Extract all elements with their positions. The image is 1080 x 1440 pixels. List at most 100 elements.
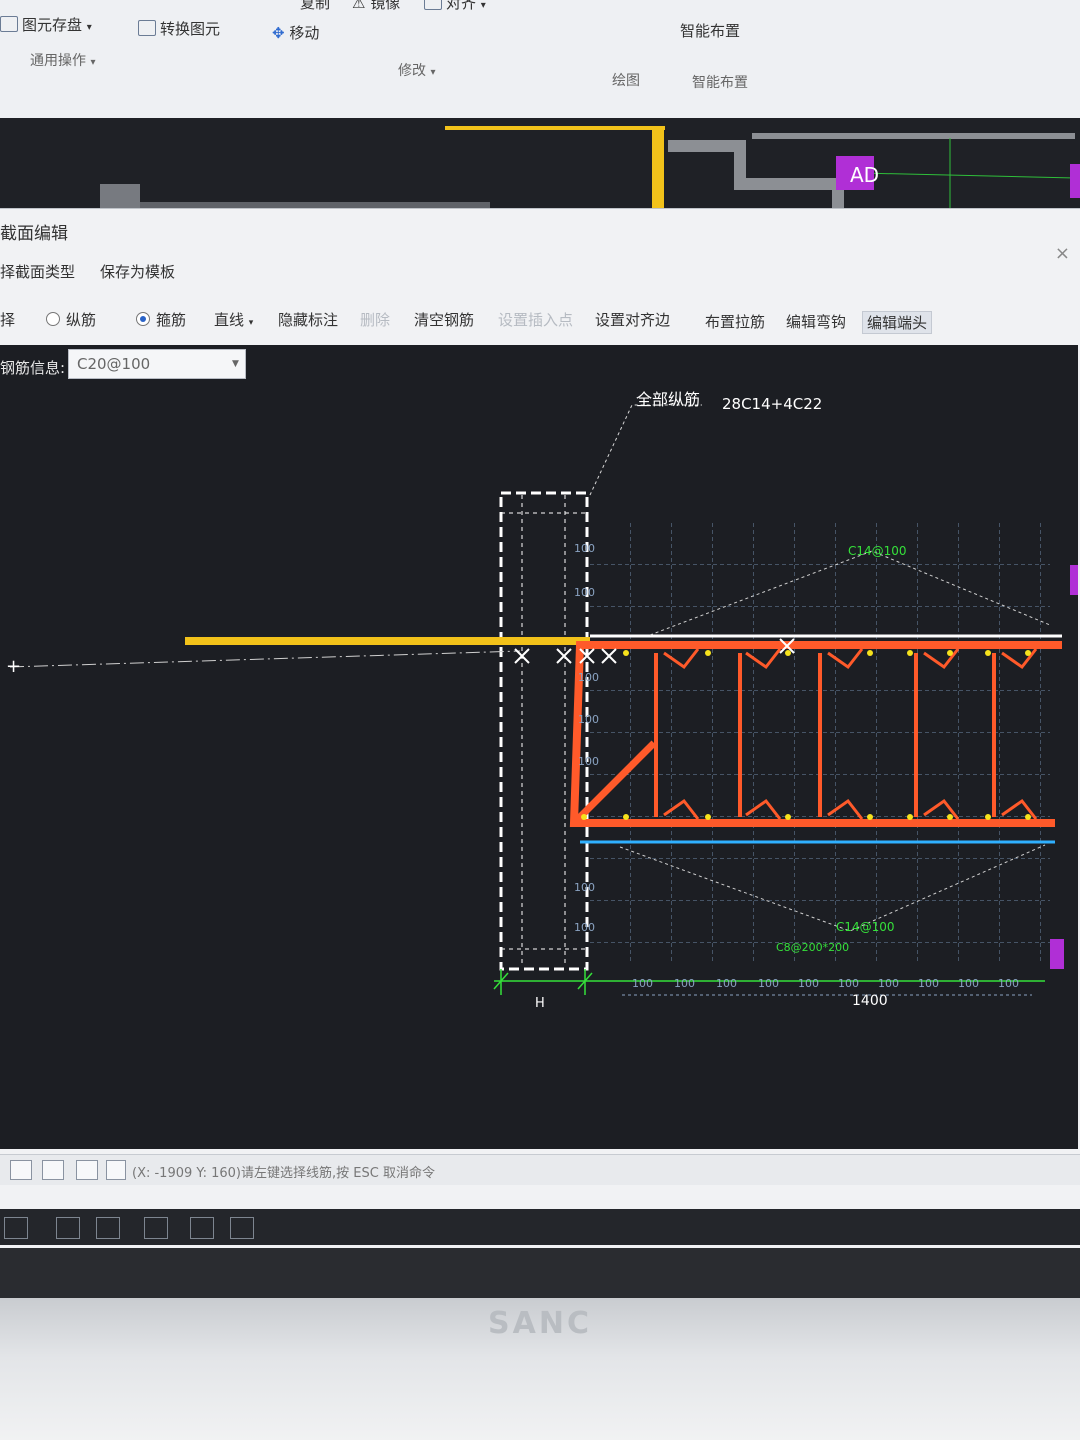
dimension-ticks (493, 969, 593, 995)
section-toolbar: 择 纵筋 箍筋 直线 ▾ 隐藏标注 删除 清空钢筋 设置插入点 设置对齐边 布置… (0, 299, 1080, 339)
width-label: H (535, 996, 545, 1011)
rebar-dot (985, 650, 991, 656)
radio-selected-icon (136, 312, 150, 326)
spacing-label: 100 (918, 977, 939, 990)
bottom-toolbar (0, 1209, 1080, 1245)
rebar-dot (623, 650, 629, 656)
delete-button[interactable]: 删除 (360, 309, 390, 330)
section-drawing: 全部纵筋 28C14+4C22 + C14@100 C14@100 C8@200… (6, 390, 1078, 1011)
bg-green-axis (859, 172, 1076, 179)
axis-tag-right (1050, 939, 1064, 969)
ribbon-toolbar: 图元存盘 ▾ 转换图元 ✥ 移动 复制 ⚠ 镜像 对齐 ▾ 通用操作 ▾ 修改 … (0, 0, 1080, 119)
align-button[interactable]: 对齐 ▾ (424, 0, 486, 13)
all-long-label: 全部纵筋 (636, 390, 700, 409)
bg-wall-outline (668, 140, 844, 216)
status-text: (X: -1909 Y: 160)请左键选择线筋,按 ESC 取消命令 (132, 1166, 435, 1181)
background-cad-drawing: AD (100, 126, 1080, 220)
spacing-label: 100 (958, 977, 979, 990)
spacing-label: 100 (574, 586, 595, 599)
save-element-button[interactable]: 图元存盘 ▾ (0, 14, 92, 35)
align-icon (424, 0, 442, 10)
common-ops-group[interactable]: 通用操作 ▾ (30, 50, 95, 70)
set-insert-point-button[interactable]: 设置插入点 (498, 309, 573, 330)
spacing-label: 100 (578, 671, 599, 684)
mirror-button[interactable]: ⚠ 镜像 (352, 0, 400, 13)
spacing-label: 100 (574, 542, 595, 555)
axis-tag-right (1070, 565, 1078, 595)
all-long-value: 28C14+4C22 (722, 395, 822, 413)
crosshair-icon: + (6, 656, 21, 677)
axis-tag-right (1070, 164, 1080, 198)
copy-button[interactable]: 复制 (300, 0, 330, 13)
spacing-label: 100 (632, 977, 653, 990)
draw-group-label: 绘图 (612, 73, 640, 89)
rebar-dot (867, 814, 873, 820)
rebar-dot (1025, 814, 1031, 820)
longitudinal-radio[interactable]: 纵筋 (46, 309, 96, 330)
rebar-dot (1025, 650, 1031, 656)
bg-yellow-column (652, 128, 664, 220)
spacing-label: 100 (574, 881, 595, 894)
layout-tie-button[interactable]: 布置拉筋 (705, 311, 765, 332)
select-mode-button[interactable] (4, 1217, 28, 1239)
rebar-dot (907, 650, 913, 656)
convert-icon (138, 20, 156, 36)
x-marker (556, 648, 572, 664)
rebar-dot (581, 814, 587, 820)
snap-toggle[interactable] (76, 1160, 98, 1180)
spacing-label: 100 (838, 977, 859, 990)
rebar-dot (907, 814, 913, 820)
clear-rebar-button[interactable]: 清空钢筋 (414, 309, 474, 330)
angle-button[interactable] (96, 1217, 120, 1239)
arc-button[interactable] (230, 1217, 254, 1239)
rebar-dot (985, 814, 991, 820)
section-edit-dialog: 截面编辑 × 择截面类型 保存为模板 择 纵筋 箍筋 直线 ▾ 隐藏标注 删除 … (0, 208, 1080, 1249)
convert-element-button[interactable]: 转换图元 (138, 18, 220, 39)
edit-hook-button[interactable]: 编辑弯钩 (786, 311, 846, 332)
horizontal-spacing-labels: 100 100 100 100 100 100 100 100 100 100 (632, 977, 1019, 990)
spacing-label: 100 (878, 977, 899, 990)
set-align-edge-button[interactable]: 设置对齐边 (595, 309, 670, 330)
line-tool[interactable]: 直线 ▾ (214, 309, 253, 330)
move-button[interactable]: ✥ 移动 (272, 22, 319, 43)
smart-layout-button[interactable]: 智能布置 (680, 20, 740, 41)
rebar-dot (867, 650, 873, 656)
spacing-label: 100 (998, 977, 1019, 990)
rebar-dot (785, 650, 791, 656)
slab-line (185, 637, 590, 645)
spacing-label: 100 (798, 977, 819, 990)
rebar-dot (623, 814, 629, 820)
tie-label: C8@200*200 (776, 941, 849, 954)
modify-group[interactable]: 修改 ▾ (398, 60, 435, 80)
rebar-dot (705, 814, 711, 820)
rebar-dot (785, 814, 791, 820)
grid-button[interactable] (190, 1217, 214, 1239)
bg-yellow-line (445, 126, 665, 130)
total-dimension-label: 1400 (852, 993, 888, 1009)
axis-line (9, 650, 521, 668)
monitor-brand-logo: SANC (488, 1306, 592, 1341)
edit-end-button[interactable]: 编辑端头 (862, 311, 933, 334)
close-icon[interactable]: × (1055, 243, 1070, 264)
bottom-dist-label: C14@100 (836, 920, 895, 934)
polar-toggle[interactable] (42, 1160, 64, 1180)
background-cad-view: AD (0, 118, 1080, 220)
stirrup-radio[interactable]: 箍筋 (136, 309, 186, 330)
hide-label-button[interactable]: 隐藏标注 (278, 309, 338, 330)
move-icon: ✥ (272, 24, 285, 42)
status-bar: (X: -1909 Y: 160)请左键选择线筋,按 ESC 取消命令 (0, 1154, 1080, 1185)
top-dist-label: C14@100 (848, 544, 907, 558)
ortho-toggle[interactable] (10, 1160, 32, 1180)
add-button[interactable] (144, 1217, 168, 1239)
save-as-template-menu[interactable]: 保存为模板 (100, 261, 175, 282)
rebar-dot (947, 814, 953, 820)
mirror-icon: ⚠ (352, 0, 366, 12)
x-marker (514, 648, 530, 664)
leader-line-all-long (589, 404, 702, 496)
dynamic-input-toggle[interactable] (106, 1160, 126, 1180)
select-section-type-menu[interactable]: 择截面类型 (0, 261, 75, 282)
monitor-bezel (0, 1248, 1080, 1440)
cross-select-button[interactable] (56, 1217, 80, 1239)
drawing-canvas[interactable]: 钢筋信息: ▼ 全部纵筋 28C14+4C22 (0, 345, 1078, 1149)
select-tool[interactable]: 择 (0, 309, 15, 330)
